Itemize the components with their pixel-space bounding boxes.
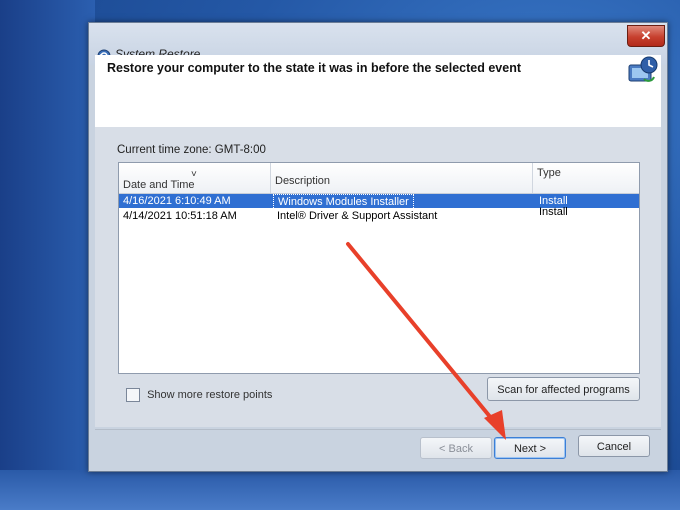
desktop-background-left <box>0 0 95 510</box>
show-more-restore-points[interactable]: Show more restore points <box>126 388 272 402</box>
wizard-header: Restore your computer to the state it wa… <box>95 55 661 127</box>
show-more-label: Show more restore points <box>147 388 273 401</box>
scan-affected-programs-button[interactable]: Scan for affected programs <box>487 377 640 401</box>
row-date: 4/16/2021 6:10:49 AM <box>123 195 231 207</box>
column-date-time-label: Date and Time <box>123 179 195 191</box>
sort-chevron-icon: ˅ <box>191 169 197 180</box>
restore-points-list[interactable]: Date and Time ˅ Description Type 4/16/20… <box>118 162 640 374</box>
column-date-time[interactable]: Date and Time ˅ <box>119 163 271 193</box>
row-date: 4/14/2021 10:51:18 AM <box>123 210 237 222</box>
column-description-label: Description <box>275 175 331 187</box>
row-description: Windows Modules Installer <box>273 194 414 210</box>
close-button[interactable]: ✕ <box>627 25 665 47</box>
back-button[interactable]: < Back <box>420 437 492 459</box>
show-more-checkbox[interactable] <box>126 388 140 402</box>
column-type[interactable]: Type <box>533 163 639 193</box>
restore-clock-icon <box>628 56 658 82</box>
row-type: Install <box>539 206 568 218</box>
column-type-label: Type <box>537 167 561 179</box>
list-header: Date and Time ˅ Description Type <box>119 163 639 194</box>
timezone-label: Current time zone: GMT-8:00 <box>117 144 266 156</box>
desktop-background-bottom <box>0 470 680 510</box>
next-button[interactable]: Next > <box>494 437 566 459</box>
row-description: Intel® Driver & Support Assistant <box>277 210 438 222</box>
column-description[interactable]: Description <box>271 163 533 193</box>
cancel-button[interactable]: Cancel <box>578 435 650 457</box>
page-title: Restore your computer to the state it wa… <box>107 61 521 75</box>
footer-divider <box>95 429 661 430</box>
table-row[interactable]: 4/14/2021 10:51:18 AM Intel® Driver & Su… <box>119 206 639 223</box>
